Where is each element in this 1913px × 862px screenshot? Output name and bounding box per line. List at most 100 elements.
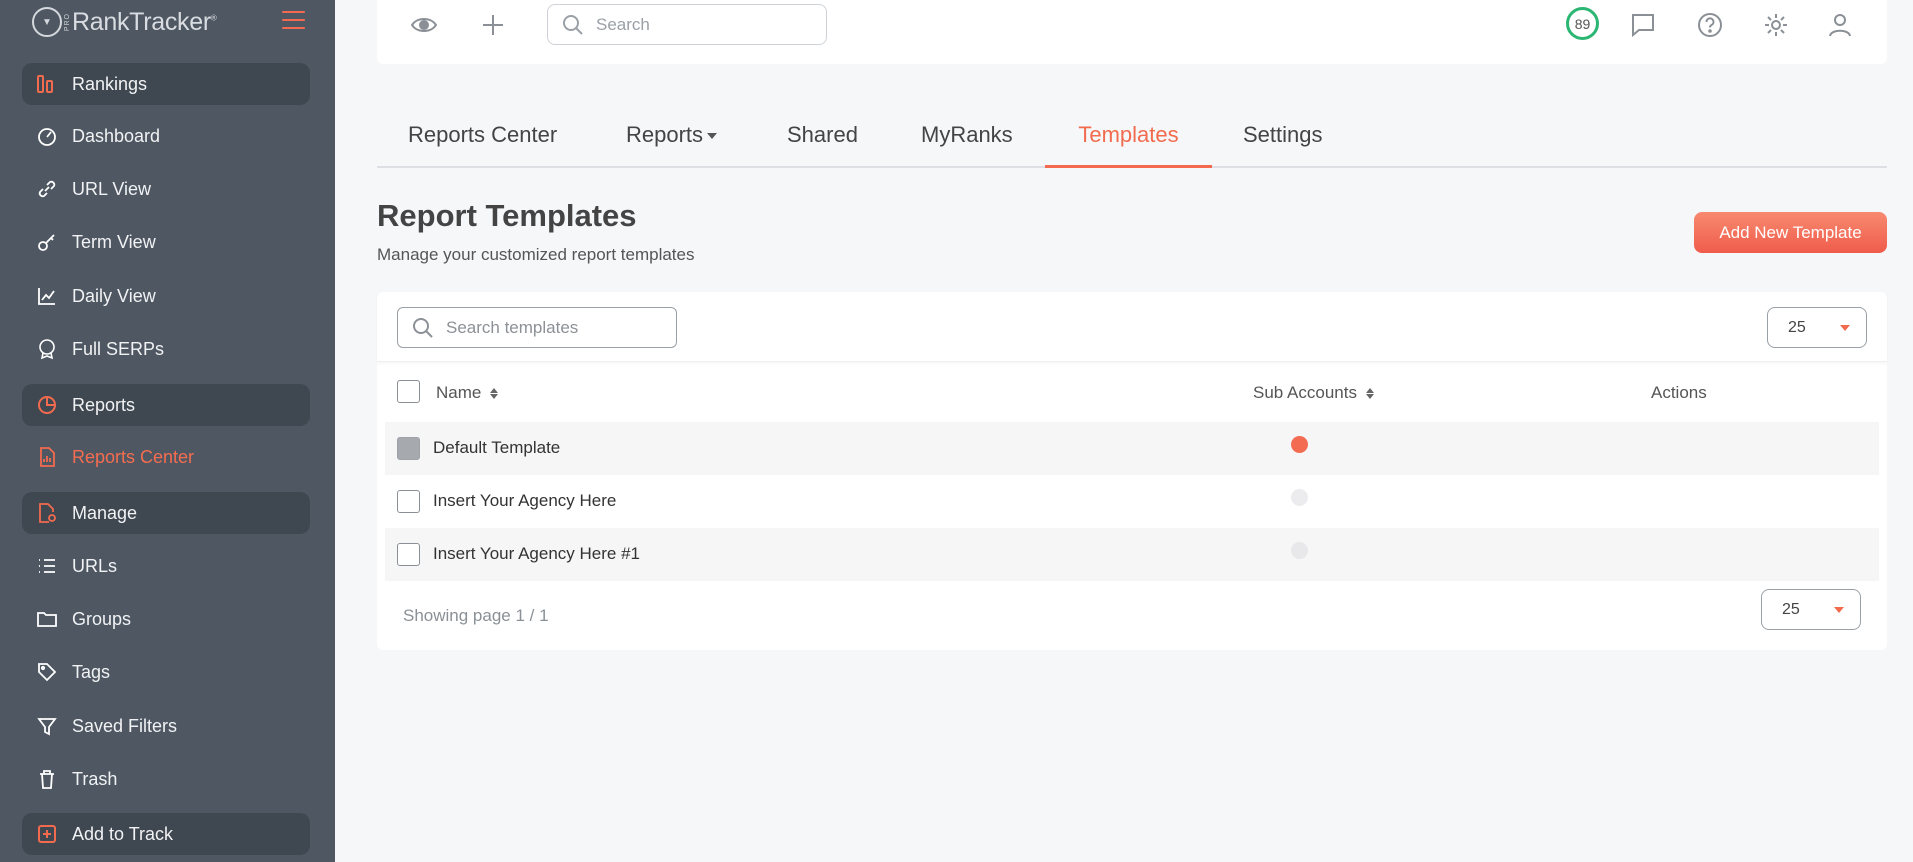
sidebar-item-reports[interactable]: Reports [22,384,310,426]
template-search-input[interactable] [446,317,666,338]
tab-reports[interactable]: Reports [626,122,718,168]
link-icon [36,178,58,200]
sort-icon [1365,387,1374,399]
row-checkbox[interactable] [397,490,420,513]
template-name[interactable]: Default Template [433,438,560,458]
dropdown-caret-icon [1840,325,1850,331]
sidebar-item-label: Manage [72,502,138,523]
row-checkbox[interactable] [397,543,420,566]
tab-templates[interactable]: Templates [1045,122,1212,168]
template-name[interactable]: Insert Your Agency Here [433,491,616,511]
table-header: Name Sub Accounts Actions [377,372,1887,412]
plus-square-icon [36,823,58,845]
sidebar-item-term-view[interactable]: Term View [22,221,310,263]
hamburger-menu-icon[interactable] [282,11,305,29]
pagination-info: Showing page 1 / 1 [403,606,549,625]
brand-logo[interactable]: ▼ PRO RankTracker® [32,4,217,40]
select-all-checkbox[interactable] [397,380,420,403]
sidebar-item-label: Reports [72,394,136,415]
user-icon[interactable] [1825,10,1855,40]
caret-down-icon [707,133,718,140]
sidebar-item-label: Term View [72,231,156,252]
plus-icon[interactable] [478,10,508,40]
sidebar-item-label: Groups [72,608,132,629]
gear-icon[interactable] [1761,10,1791,40]
table-row[interactable]: Default Template [385,422,1879,475]
brand-name: RankTracker [72,7,211,36]
global-search-input[interactable] [596,14,796,35]
tab-myranks[interactable]: MyRanks [921,122,1013,168]
sidebar-item-manage[interactable]: Manage [22,492,310,534]
line-chart-icon [36,285,58,307]
template-name[interactable]: Insert Your Agency Here #1 [433,544,640,564]
page-title: Report Templates [377,198,637,233]
sidebar: ▼ PRO RankTracker® Rankings Dashboard UR… [0,0,335,862]
list-icon [36,555,58,577]
table-toolbar: 25 [377,292,1887,362]
sidebar-item-groups[interactable]: Groups [22,598,310,640]
eye-icon[interactable] [409,10,439,40]
sidebar-item-url-view[interactable]: URL View [22,168,310,210]
sidebar-item-label: Rankings [72,73,148,94]
search-icon [413,317,433,338]
gauge-icon [36,125,58,147]
sidebar-item-dashboard[interactable]: Dashboard [22,115,310,157]
sidebar-item-label: Dashboard [72,125,161,146]
sort-icon [490,387,499,399]
brand-emblem-icon: ▼ [32,7,62,37]
template-search-field[interactable] [397,307,677,348]
per-page-value: 25 [1782,600,1800,618]
global-search-field[interactable] [547,4,827,45]
sidebar-item-label: Daily View [72,285,156,306]
chat-icon[interactable] [1628,10,1658,40]
key-icon [36,231,58,253]
sidebar-item-label: URLs [72,555,118,576]
serp-badge-icon [36,338,58,360]
column-header-label: Actions [1651,383,1707,402]
sidebar-item-reports-center[interactable]: Reports Center [22,436,310,478]
sidebar-item-daily-view[interactable]: Daily View [22,275,310,317]
score-badge[interactable]: 89 [1566,7,1599,40]
sidebar-item-urls[interactable]: URLs [22,545,310,587]
report-file-icon [36,446,58,468]
tab-reports-center[interactable]: Reports Center [408,122,557,168]
per-page-select-bottom[interactable]: 25 [1761,589,1861,630]
brand-pro-label: PRO [64,12,71,32]
sidebar-item-tags[interactable]: Tags [22,651,310,693]
help-icon[interactable] [1695,10,1725,40]
page-subtitle: Manage your customized report templates [377,245,695,264]
column-name[interactable]: Name [436,383,499,403]
tab-bar: Reports Center Reports Shared MyRanks Te… [377,110,1887,168]
per-page-select-top[interactable]: 25 [1767,307,1867,348]
add-new-template-button[interactable]: Add New Template [1694,212,1887,253]
table-row[interactable]: Insert Your Agency Here #1 [385,528,1879,581]
sidebar-item-label: Saved Filters [72,715,178,736]
pie-chart-icon [36,394,58,416]
sidebar-item-label: URL View [72,178,152,199]
sidebar-item-full-serps[interactable]: Full SERPs [22,328,310,370]
sidebar-item-saved-filters[interactable]: Saved Filters [22,705,310,747]
top-bar: 89 [377,0,1887,64]
row-checkbox[interactable] [397,437,420,460]
sidebar-item-label: Add to Track [72,823,174,844]
column-header-label: Sub Accounts [1253,383,1357,402]
tab-shared[interactable]: Shared [787,122,858,168]
folder-icon [36,608,58,630]
tab-settings[interactable]: Settings [1243,122,1323,168]
column-sub-accounts[interactable]: Sub Accounts [1253,383,1374,403]
sidebar-item-label: Trash [72,768,118,789]
search-icon [563,14,583,35]
sidebar-item-rankings[interactable]: Rankings [22,63,310,105]
sidebar-item-label: Reports Center [72,446,195,467]
column-actions: Actions [1651,383,1707,403]
dropdown-caret-icon [1834,607,1844,613]
sub-account-status-dot [1291,436,1308,453]
sidebar-item-trash[interactable]: Trash [22,758,310,800]
rankings-icon [36,73,58,95]
sub-account-status-dot [1291,489,1308,506]
table-row[interactable]: Insert Your Agency Here [385,475,1879,528]
tag-icon [36,661,58,683]
filter-icon [36,715,58,737]
brand-registered-mark: ® [210,13,217,23]
sidebar-item-add-to-track[interactable]: Add to Track [22,813,310,855]
